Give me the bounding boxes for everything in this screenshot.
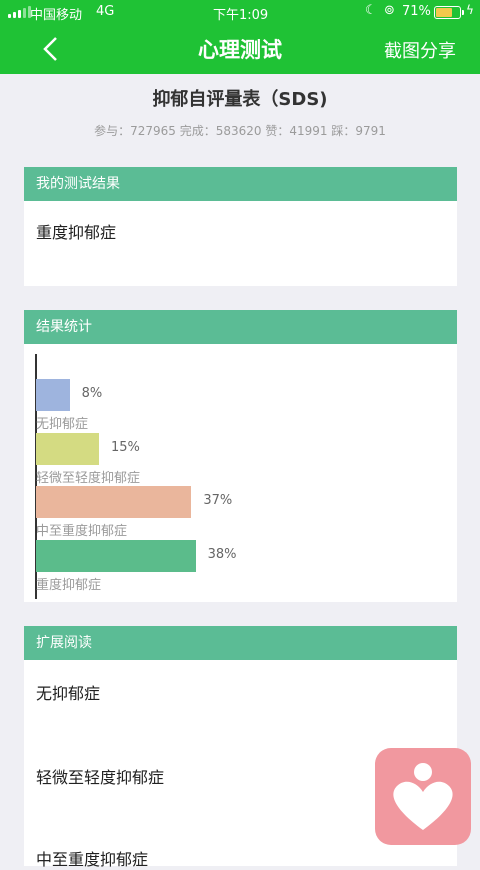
battery-percent: 71%	[402, 4, 431, 19]
reading-item[interactable]: 无抑郁症	[36, 680, 100, 704]
network-type: 4G	[96, 4, 115, 19]
reading-item[interactable]: 轻微至轻度抑郁症	[36, 764, 164, 788]
my-result-card: 我的测试结果 重度抑郁症	[24, 167, 457, 286]
chart-value-label: 15%	[111, 439, 140, 455]
chart-value-label: 37%	[203, 493, 233, 508]
status-bar: 中国移动 4G 下午1:09 ☾ ⊚ 71% ϟ	[0, 0, 480, 24]
chart-value-label: 8%	[81, 386, 103, 401]
chart-bar	[36, 432, 99, 465]
extended-reading-header: 扩展阅读	[24, 626, 457, 660]
status-time: 下午1:09	[213, 8, 269, 23]
signal-icon	[8, 6, 31, 18]
chart-category-label: 无抑郁症	[36, 417, 89, 432]
floating-app-button[interactable]	[375, 748, 471, 845]
heart-person-icon	[393, 763, 453, 830]
carrier-name: 中国移动	[30, 8, 83, 23]
nav-bar: 心理测试 截图分享	[0, 24, 480, 74]
top-bar: 中国移动 4G 下午1:09 ☾ ⊚ 71% ϟ 心理测试 截图分享	[0, 0, 480, 74]
test-stats: 参与：727965 完成：583620 赞：41991 踩：9791	[94, 124, 386, 138]
result-bar-chart: 8% 无抑郁症 15% 轻微至轻度抑郁症 37% 中至重度抑郁症 38% 重度抑郁症	[24, 344, 457, 602]
chart-bar	[36, 486, 192, 518]
chart-bar	[36, 539, 196, 572]
reading-item[interactable]: 中至重度抑郁症	[36, 846, 148, 870]
chart-category-label: 重度抑郁症	[36, 577, 102, 593]
test-title: 抑郁自评量表（SDS)	[152, 89, 328, 110]
battery-icon	[434, 6, 464, 19]
chart-value-label: 38%	[207, 546, 237, 562]
rotation-lock-icon: ⊚	[384, 3, 395, 18]
screenshot-share-button[interactable]: 截图分享	[384, 37, 456, 63]
my-result-header: 我的测试结果	[24, 167, 457, 201]
moon-icon: ☾	[365, 3, 377, 18]
result-stats-card: 结果统计 8% 无抑郁症 15% 轻微至轻度抑郁症 37% 中至重度抑郁症 38% 重度抑郁症	[24, 310, 457, 602]
my-result-text: 重度抑郁症	[36, 223, 117, 242]
result-stats-header: 结果统计	[24, 310, 457, 344]
chart-bar	[36, 379, 70, 411]
chart-category-label: 轻微至轻度抑郁症	[36, 470, 141, 486]
chart-category-label: 中至重度抑郁症	[36, 524, 128, 539]
charging-icon: ϟ	[466, 3, 474, 17]
